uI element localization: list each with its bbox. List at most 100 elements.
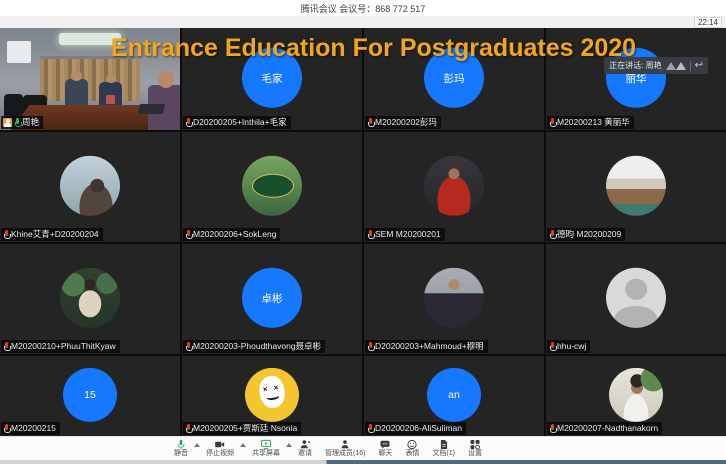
participant-tile[interactable]: M20200207-Nadthanakorn [546, 356, 726, 436]
collapse-arrow-icon[interactable]: ↩ [695, 61, 703, 71]
participant-name-label: D20200203+Mahmoud+穆明 [365, 340, 488, 353]
participant-tile[interactable]: M20200206+SokLeng [182, 132, 362, 242]
participant-name-label: M20200205+贾斯廷 Nsonia [183, 422, 301, 435]
mic-muted-icon [367, 230, 373, 239]
participant-name-label: M20200215 [1, 422, 60, 435]
participant-tile[interactable]: M20200210+PhuuThitKyaw [0, 244, 180, 354]
participant-tile[interactable]: hhu-cwj [546, 244, 726, 354]
mic-muted-icon [367, 342, 373, 351]
person-silhouette-icon [606, 268, 666, 328]
avatar-initials: 15 [63, 368, 117, 422]
scene-curtain [40, 56, 141, 102]
scene-ac [7, 41, 30, 62]
avatar-photo [606, 156, 666, 216]
mic-muted-icon [185, 230, 191, 239]
mic-muted-icon [549, 424, 555, 433]
scene-person [65, 79, 88, 105]
participant-tile-video[interactable]: 周艳 [0, 28, 180, 130]
avatar-initials: an [427, 368, 481, 422]
avatar-sign [252, 174, 294, 198]
meeting-window: 腾讯会议 会议号：868 772 517 22:14 Entrance Educ… [0, 0, 726, 464]
helmet-face-icon [257, 374, 286, 410]
avatar-photo [60, 268, 120, 328]
emoji-button[interactable]: 表情 [405, 439, 419, 458]
participant-tile[interactable]: 彭玛 M20200202彭玛 [364, 28, 544, 130]
avatar-photo [424, 268, 484, 328]
window-titlebar: 腾讯会议 会议号：868 772 517 [0, 0, 726, 16]
participant-tile[interactable]: 毛家 D20200205+Inthila+毛家 [182, 28, 362, 130]
mic-muted-icon [3, 230, 9, 239]
chat-icon [378, 439, 392, 450]
speaking-toast-text: 正在讲话: 周艳 [609, 60, 661, 71]
video-feed [0, 28, 180, 130]
mic-muted-icon [367, 118, 373, 127]
participant-tile[interactable]: D20200203+Mahmoud+穆明 [364, 244, 544, 354]
scene-laptop [138, 104, 165, 114]
participant-tile[interactable]: 卓彬 M20200203-Phoudthavong聂卓彬 [182, 244, 362, 354]
mic-muted-icon [367, 424, 373, 433]
settings-button[interactable]: 设置 [468, 439, 482, 458]
participant-name-label: Khine艾青+D20200204 [1, 228, 103, 241]
manage-members-button[interactable]: 管理成员(16) [325, 439, 365, 458]
avatar-photo [245, 368, 299, 422]
chat-button[interactable]: 聊天 [378, 439, 392, 458]
participant-tile[interactable]: M20200205+贾斯廷 Nsonia [182, 356, 362, 436]
participant-name-label: M20200213 黄丽华 [547, 116, 634, 129]
participant-name-label: D20200205+Inthila+毛家 [183, 116, 291, 129]
documents-button[interactable]: 文档(1) [432, 439, 455, 458]
avatar-initials: 彭玛 [424, 48, 484, 108]
participant-tile[interactable]: 德昀 M20200209 [546, 132, 726, 242]
volume-icon [666, 62, 676, 70]
mute-button[interactable]: 静音 [174, 439, 188, 458]
settings-icon [468, 439, 482, 450]
mic-live-icon [14, 118, 20, 127]
members-icon [338, 439, 352, 450]
participant-name-label: M20200206+SokLeng [183, 228, 280, 241]
video-options-chevron[interactable] [240, 443, 246, 447]
invite-person-icon [298, 439, 312, 450]
clock-bar: 22:14 [0, 16, 726, 28]
participant-name-label: hhu-cwj [547, 340, 590, 353]
emoji-icon [405, 439, 419, 450]
avatar-default-silhouette [606, 268, 666, 328]
mic-muted-icon [3, 424, 9, 433]
scene-light [59, 33, 120, 45]
avatar-initials: 卓彬 [242, 268, 302, 328]
share-screen-button[interactable]: 共享屏幕 [252, 439, 280, 458]
speaking-toast: 正在讲话: 周艳 ↩ [604, 57, 708, 74]
participant-name-label: M20200207-Nadthanakorn [547, 422, 662, 435]
participant-name-label: M20200210+PhuuThitKyaw [1, 340, 120, 353]
scene-person [99, 82, 122, 105]
participant-tile[interactable]: an D20200206-AliSuliman [364, 356, 544, 436]
stop-video-button[interactable]: 停止视频 [206, 439, 234, 458]
participant-name-label: 周艳 [1, 116, 43, 129]
participant-name-label: SEM M20200201 [365, 228, 445, 241]
mic-muted-icon [185, 424, 191, 433]
participant-name-label: D20200206-AliSuliman [365, 422, 466, 435]
mic-muted-icon [549, 230, 555, 239]
share-options-chevron[interactable] [286, 443, 292, 447]
mic-muted-icon [185, 118, 191, 127]
avatar-photo [609, 368, 663, 422]
clock: 22:14 [694, 17, 722, 28]
meeting-toolbar: 静音 停止视频 共享屏幕 邀请 管理成员(16) 聊天 表情 [0, 436, 726, 460]
participant-name-label: M20200203-Phoudthavong聂卓彬 [183, 340, 325, 353]
camera-icon [213, 439, 227, 450]
avatar-initials: 毛家 [242, 48, 302, 108]
os-taskbar [0, 460, 726, 464]
participant-tile[interactable]: SEM M20200201 [364, 132, 544, 242]
mic-muted-icon [549, 118, 555, 127]
screen-share-icon [259, 439, 273, 450]
participant-name-label: 德昀 M20200209 [547, 228, 625, 241]
mic-muted-icon [185, 342, 191, 351]
avatar-photo [60, 156, 120, 216]
participant-tile[interactable]: 15 M20200215 [0, 356, 180, 436]
participant-tile[interactable]: 丽华 M20200213 黄丽华 [546, 28, 726, 130]
host-icon [3, 118, 12, 127]
mic-icon [174, 439, 188, 450]
document-icon [437, 439, 451, 450]
mic-options-chevron[interactable] [194, 443, 200, 447]
participant-tile[interactable]: Khine艾青+D20200204 [0, 132, 180, 242]
invite-button[interactable]: 邀请 [298, 439, 312, 458]
participant-name-label: M20200202彭玛 [365, 116, 441, 129]
